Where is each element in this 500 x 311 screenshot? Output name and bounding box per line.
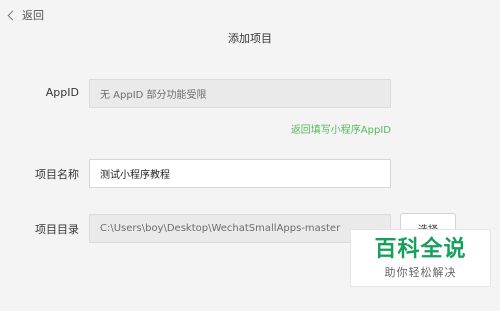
project-name-label: 项目名称 <box>35 168 79 181</box>
back-label: 返回 <box>22 9 44 22</box>
appid-label: AppID <box>45 86 79 99</box>
watermark-subtitle: 助你轻松解决 <box>384 265 457 279</box>
page-title: 添加项目 <box>228 32 272 45</box>
chevron-left-icon <box>7 10 18 20</box>
appid-field: 无 AppID 部分功能受限 <box>89 79 391 108</box>
watermark-title: 百科全说 <box>374 236 467 262</box>
watermark-logo: 百科全说 助你轻松解决 <box>350 229 491 287</box>
project-name-input[interactable]: 测试小程序教程 <box>89 159 391 188</box>
back-button[interactable]: 返回 <box>6 7 44 23</box>
add-project-page: 返回 添加项目 AppID 无 AppID 部分功能受限 返回填写小程序AppI… <box>0 0 500 311</box>
fill-appid-link[interactable]: 返回填写小程序AppID <box>240 121 391 136</box>
project-dir-label: 项目目录 <box>35 223 79 236</box>
project-dir-field: C:\Users\boy\Desktop\WechatSmallApps-mas… <box>89 214 391 243</box>
